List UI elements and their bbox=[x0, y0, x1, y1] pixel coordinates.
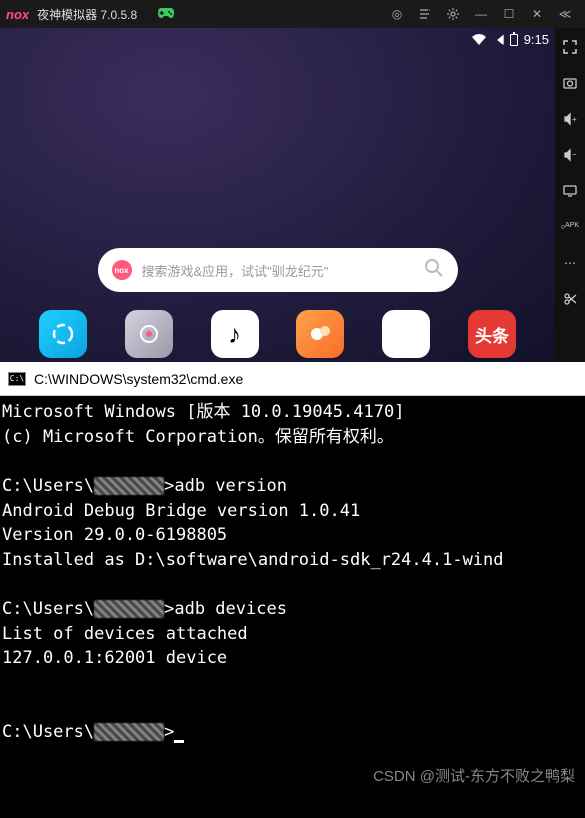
cmd-command: >adb version bbox=[164, 476, 287, 496]
app-cleaner[interactable] bbox=[39, 310, 87, 358]
cmd-command: >adb devices bbox=[164, 599, 287, 619]
cmd-window: C:\ C:\WINDOWS\system32\cmd.exe Microsof… bbox=[0, 362, 585, 796]
cmd-icon: C:\ bbox=[8, 372, 26, 386]
app-game[interactable] bbox=[296, 310, 344, 358]
cmd-line: Microsoft Windows [版本 10.0.19045.4170] bbox=[2, 402, 404, 422]
fullscreen-icon[interactable] bbox=[561, 38, 579, 56]
nox-badge-icon: nox bbox=[112, 260, 132, 280]
nox-logo: nox bbox=[6, 7, 29, 22]
signal-icon bbox=[492, 35, 504, 45]
censored-username bbox=[94, 600, 164, 618]
window-title: 夜神模拟器 7.0.5.8 bbox=[37, 6, 137, 23]
cmd-prompt: C:\Users\ bbox=[2, 599, 94, 619]
screenshot-icon[interactable] bbox=[561, 74, 579, 92]
cmd-title-text: C:\WINDOWS\system32\cmd.exe bbox=[34, 371, 243, 387]
app-dock: ♪ C 头条 bbox=[0, 310, 555, 362]
emulator-titlebar: nox 夜神模拟器 7.0.5.8 ◎ — ☐ ✕ ≪ bbox=[0, 0, 585, 28]
maximize-icon[interactable]: ☐ bbox=[501, 6, 517, 22]
wifi-icon bbox=[472, 34, 486, 46]
volume-down-icon[interactable]: − bbox=[561, 146, 579, 164]
display-icon[interactable] bbox=[561, 182, 579, 200]
svg-text:−: − bbox=[572, 150, 577, 159]
cmd-line: List of devices attached bbox=[2, 624, 248, 644]
right-sidebar: + − APK ⋯ bbox=[555, 28, 585, 362]
cmd-line: Installed as D:\software\android-sdk_r24… bbox=[2, 550, 504, 570]
cmd-prompt: C:\Users\ bbox=[2, 476, 94, 496]
more-icon[interactable]: ⋯ bbox=[561, 254, 579, 272]
search-box[interactable]: nox 搜索游戏&应用，试试"驯龙纪元" bbox=[98, 248, 458, 292]
app-gallery[interactable] bbox=[125, 310, 173, 358]
cmd-output[interactable]: Microsoft Windows [版本 10.0.19045.4170] (… bbox=[0, 396, 585, 796]
apk-install-icon[interactable]: APK bbox=[561, 218, 579, 236]
minimize-icon[interactable]: — bbox=[473, 6, 489, 22]
controller-icon[interactable] bbox=[157, 6, 175, 23]
collapse-icon[interactable]: ≪ bbox=[557, 6, 573, 22]
cmd-prompt: C:\Users\ bbox=[2, 722, 94, 742]
cmd-line: Version 29.0.0-6198805 bbox=[2, 525, 227, 545]
cursor bbox=[174, 740, 184, 743]
settings-icon[interactable] bbox=[445, 6, 461, 22]
search-placeholder: 搜索游戏&应用，试试"驯龙纪元" bbox=[142, 261, 414, 280]
clock: 9:15 bbox=[524, 32, 549, 47]
close-icon[interactable]: ✕ bbox=[529, 6, 545, 22]
emulator-screen[interactable]: 9:15 nox 搜索游戏&应用，试试"驯龙纪元" ♪ C 头条 bbox=[0, 28, 555, 362]
battery-icon bbox=[510, 34, 518, 46]
app-store[interactable]: C bbox=[382, 310, 430, 358]
cmd-line: (c) Microsoft Corporation。保留所有权利。 bbox=[2, 427, 394, 447]
volume-up-icon[interactable]: + bbox=[561, 110, 579, 128]
menu-icon[interactable] bbox=[417, 6, 433, 22]
censored-username bbox=[94, 723, 164, 741]
location-icon[interactable]: ◎ bbox=[389, 6, 405, 22]
app-tiktok[interactable]: ♪ bbox=[211, 310, 259, 358]
cmd-line: Android Debug Bridge version 1.0.41 bbox=[2, 501, 360, 521]
app-letter: 头条 bbox=[475, 322, 509, 347]
scissors-icon[interactable] bbox=[561, 290, 579, 308]
watermark: CSDN @测试-东方不败之鸭梨 bbox=[373, 766, 575, 788]
main-area: 9:15 nox 搜索游戏&应用，试试"驯龙纪元" ♪ C 头条 bbox=[0, 28, 585, 362]
cmd-line: 127.0.0.1:62001 device bbox=[2, 648, 227, 668]
censored-username bbox=[94, 477, 164, 495]
svg-text:+: + bbox=[572, 115, 577, 124]
cmd-titlebar[interactable]: C:\ C:\WINDOWS\system32\cmd.exe bbox=[0, 362, 585, 396]
android-statusbar: 9:15 bbox=[472, 28, 549, 51]
cmd-prompt-end: > bbox=[164, 722, 174, 742]
app-letter: C bbox=[398, 321, 414, 347]
search-icon[interactable] bbox=[424, 258, 444, 283]
app-news[interactable]: 头条 bbox=[468, 310, 516, 358]
